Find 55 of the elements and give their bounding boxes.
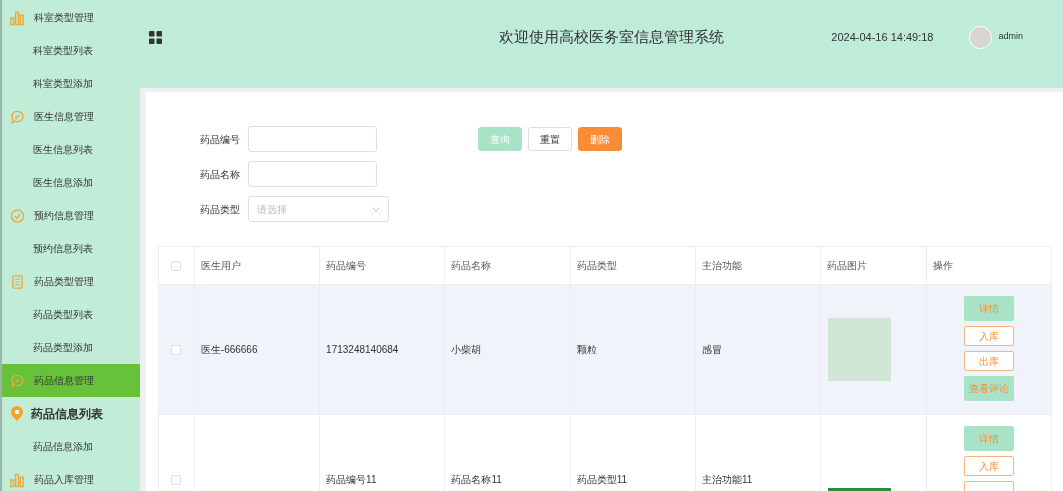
sidebar-menu-group[interactable]: 药品类型管理 [2, 265, 140, 298]
bar-chart-icon [10, 9, 25, 26]
avatar-placeholder[interactable] [969, 25, 993, 49]
sidebar-menu-item[interactable]: 预约信息列表 [2, 232, 140, 265]
map-pin-icon [11, 406, 23, 421]
chat-bubble-icon [10, 372, 25, 389]
photo-placeholder [828, 318, 892, 381]
sidebar-menu-item[interactable]: 药品信息列表 [2, 397, 140, 430]
table-cell-text: 小柴胡 [451, 343, 482, 357]
sidebar-menu-item[interactable]: 医生信息添加 [2, 166, 140, 199]
sidebar-menu-group[interactable]: 医生信息管理 [2, 100, 140, 133]
checkbox[interactable] [171, 474, 182, 485]
column-header: 药品类型 [576, 259, 617, 273]
table-cell-text: 颗粒 [576, 343, 597, 357]
checkbox[interactable] [171, 344, 182, 355]
chat-bubble-icon [10, 108, 25, 125]
sidebar-menu-item[interactable]: 科室类型添加 [2, 67, 140, 100]
reset-button[interactable]: 重置 [528, 127, 572, 151]
column-header: 主治功能 [702, 259, 742, 273]
chevron-down-icon [372, 206, 380, 212]
text-input[interactable] [248, 126, 377, 152]
sidebar-menu-item[interactable]: 医生信息列表 [2, 133, 140, 166]
sidebar-menu-group[interactable]: 药品入库管理 [2, 463, 140, 491]
column-header: 药品名称 [451, 259, 492, 273]
sidebar-menu-group[interactable]: 药品信息管理 [2, 364, 140, 397]
table-cell-text: 主治功能11 [702, 473, 753, 487]
column-header: 药品编号 [326, 259, 367, 273]
sidebar-menu-item[interactable]: 药品信息添加 [2, 430, 140, 463]
username[interactable]: admin [998, 30, 1023, 44]
checkbox[interactable] [171, 260, 182, 271]
table-cell-text: 感冒 [702, 343, 722, 357]
system-title: 欢迎使用高校医务室信息管理系统 [499, 26, 725, 47]
sidebar-menu-item[interactable]: 药品类型添加 [2, 331, 140, 364]
column-header: 操作 [932, 259, 953, 273]
table-cell-text: 1713248140684 [326, 343, 399, 357]
column-header: 药品图片 [827, 259, 868, 273]
table-cell-text: 药品名称11 [451, 473, 502, 487]
table-cell-text: 医生-666666 [200, 343, 258, 357]
column-header: 医生用户 [200, 259, 241, 273]
sidebar-menu-group[interactable]: 预约信息管理 [2, 199, 140, 232]
table-cell-text: 药品类型11 [576, 473, 628, 487]
bar-chart-icon [10, 471, 25, 488]
text-input[interactable] [248, 161, 377, 187]
filter-label: 药品名称 [200, 167, 240, 182]
filter-label: 药品类型 [200, 202, 240, 217]
sidebar-menu-group[interactable]: 科室类型管理 [2, 1, 140, 34]
sidebar-menu-item[interactable]: 药品类型列表 [2, 298, 140, 331]
select-placeholder: 请选择 [257, 202, 287, 217]
check-circle-icon [10, 207, 25, 224]
table-cell-text: 药品编号11 [326, 473, 377, 487]
filter-label: 药品编号 [200, 132, 240, 147]
grid-menu-icon[interactable] [149, 30, 162, 44]
date-time: 2024-04-16 14:49:18 [831, 29, 934, 45]
document-icon [10, 273, 25, 290]
sidebar-menu-item[interactable]: 科室类型列表 [2, 34, 140, 67]
